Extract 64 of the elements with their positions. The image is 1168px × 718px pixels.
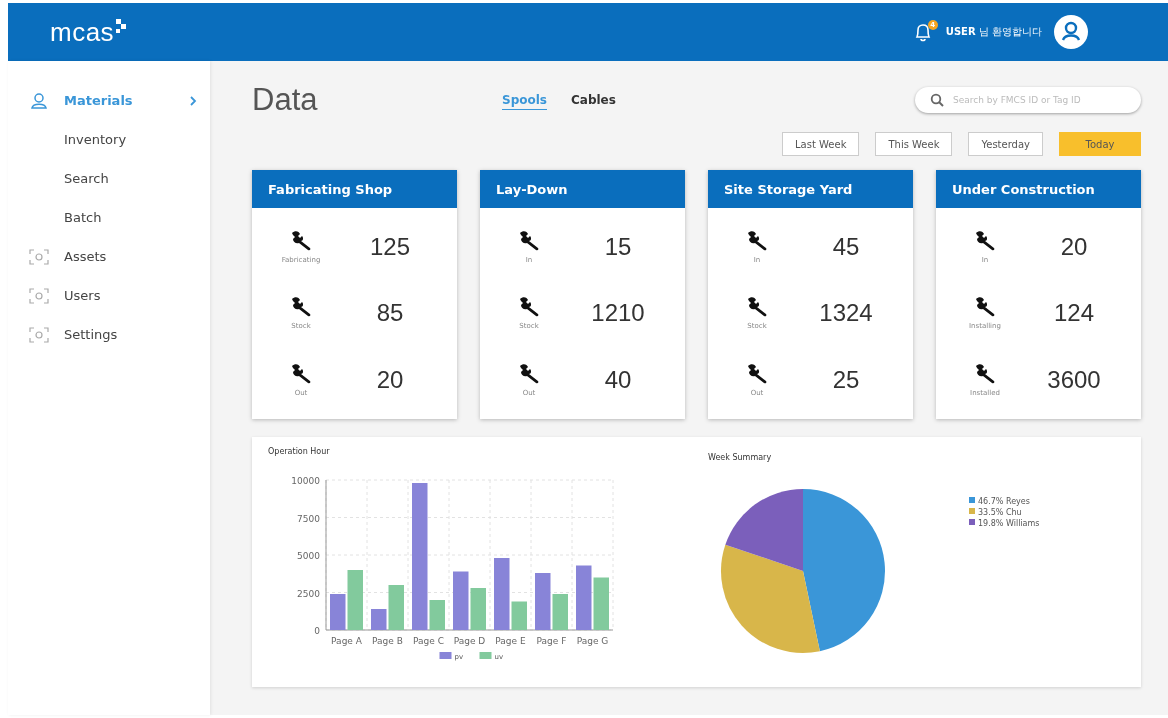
stat-value: 85 xyxy=(375,299,405,328)
nav-subitem[interactable]: Search xyxy=(8,159,210,198)
search-field[interactable]: Search by FMCS ID or Tag ID xyxy=(915,87,1141,113)
card-title: Lay-Down xyxy=(480,170,685,208)
axis-tick-label: 7500 xyxy=(297,513,320,524)
bar xyxy=(576,565,592,630)
nav-subitem[interactable]: Batch xyxy=(8,198,210,237)
axis-tick-label: Page G xyxy=(576,636,609,646)
date-filter-button[interactable]: Today xyxy=(1059,132,1141,156)
logo: mcas xyxy=(50,16,115,48)
scan-icon xyxy=(28,248,50,265)
tab[interactable]: Cables xyxy=(571,90,616,110)
axis-tick-label: Page C xyxy=(413,636,444,646)
search-icon xyxy=(930,93,944,107)
axis-tick-label: Page D xyxy=(453,636,486,646)
stat-value: 20 xyxy=(1059,233,1089,262)
axis-tick-label: Page F xyxy=(536,636,567,646)
stat-value: 25 xyxy=(831,365,861,394)
legend-item: 19.8% Williams xyxy=(969,519,1040,528)
logo-mark-icon xyxy=(114,18,129,33)
greeting-text: USER 님 환영합니다 xyxy=(945,25,1042,39)
stat-value: 125 xyxy=(368,233,411,262)
legend-label: 33.5% Chu xyxy=(978,508,1022,517)
stat-value: 45 xyxy=(831,233,861,262)
person-icon xyxy=(28,91,50,110)
stat-value: 1210 xyxy=(590,299,646,328)
user-avatar-icon[interactable] xyxy=(1054,15,1088,49)
page-title: Data xyxy=(252,82,319,118)
nav-subitem[interactable]: Inventory xyxy=(8,120,210,159)
stat-value: 20 xyxy=(375,365,405,394)
scan-icon xyxy=(28,326,50,343)
axis-tick-label: Page E xyxy=(495,636,526,646)
legend-swatch xyxy=(969,519,975,525)
bar xyxy=(593,577,609,630)
axis-tick-label: 5000 xyxy=(297,551,320,561)
date-filter-button[interactable]: This Week xyxy=(875,132,953,156)
nav-item[interactable]: Users xyxy=(8,276,210,315)
legend-swatch xyxy=(969,497,975,503)
date-filter-button[interactable]: Last Week xyxy=(782,132,860,156)
axis-tick-label: 10000 xyxy=(291,476,320,486)
chart-title: Week Summary xyxy=(708,453,772,462)
axis-tick-label: 2500 xyxy=(297,588,320,599)
stat-value: 3600 xyxy=(1046,365,1102,394)
axis-tick-label: Page B xyxy=(372,636,403,646)
chart-title: Operation Hour xyxy=(268,447,330,456)
bar xyxy=(470,588,486,630)
nav-item[interactable]: Assets xyxy=(8,237,210,276)
axis-tick-label: Page A xyxy=(331,636,362,646)
stat-value: 124 xyxy=(1052,299,1095,328)
date-filter-button[interactable]: Yesterday xyxy=(968,132,1043,156)
legend-item: 33.5% Chu xyxy=(969,508,1022,517)
nav-item[interactable]: Settings xyxy=(8,315,210,354)
card-title: Site Storage Yard xyxy=(708,170,913,208)
legend-swatch xyxy=(969,508,975,514)
chevron-right-icon xyxy=(188,94,198,107)
card-title: Fabricating Shop xyxy=(252,170,457,208)
card-title: Under Construction xyxy=(936,170,1141,208)
bar xyxy=(453,571,469,630)
axis-tick-label: 0 xyxy=(314,626,320,636)
stat-value: 40 xyxy=(603,365,633,394)
scan-icon xyxy=(28,287,50,304)
stat-value: 15 xyxy=(603,233,633,262)
stat-value: 1324 xyxy=(818,299,874,328)
legend-item: 46.7% Reyes xyxy=(969,497,1030,506)
